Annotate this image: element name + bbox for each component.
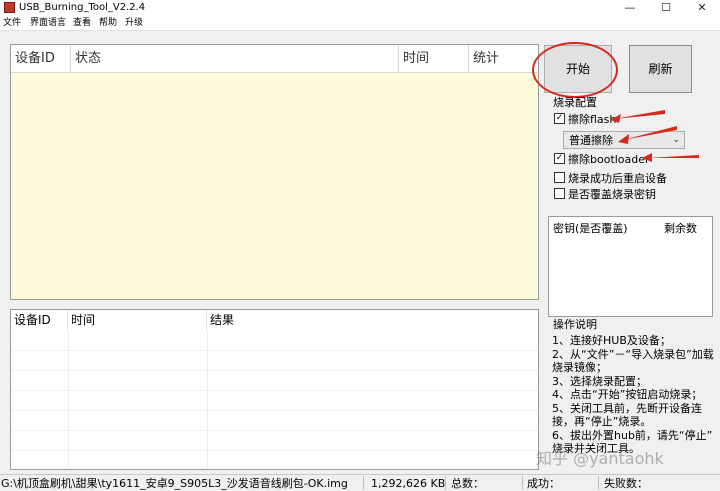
success-count-label: 成功： — [527, 477, 560, 490]
refresh-button[interactable]: 刷新 — [629, 45, 692, 93]
col-key[interactable]: 密钥(是否覆盖) — [553, 220, 628, 236]
menu-file[interactable]: 文件 — [3, 17, 21, 29]
checkbox-box[interactable] — [554, 172, 565, 183]
erase-bootloader-label: 擦除bootloader — [568, 153, 650, 166]
col-time[interactable]: 时间 — [399, 45, 469, 72]
checkbox-box[interactable] — [554, 188, 565, 199]
annotation-arrow — [642, 153, 699, 162]
instruction-line: 6、拔出外置hub前，请先“停止” — [552, 428, 713, 442]
watermark: 知乎 @yantaohk — [536, 449, 664, 468]
annotation-arrow — [618, 126, 677, 144]
instruction-line: 1、连接好HUB及设备； — [552, 334, 671, 347]
window-title: USB_Burning_Tool_V2.2.4 — [19, 2, 146, 13]
instruction-line: 烧录镜像； — [552, 361, 607, 374]
menu-upgrade[interactable]: 升级 — [125, 17, 143, 29]
col-time[interactable]: 时间 — [68, 310, 207, 330]
device-status-table[interactable]: 设备ID 状态 时间 统计 — [10, 44, 539, 300]
instruction-line: 5、关闭工具前，先断开设备连 — [552, 401, 702, 415]
instructions-title: 操作说明 — [553, 318, 597, 331]
total-count-label: 总数： — [451, 477, 484, 490]
annotation-circle — [532, 42, 618, 98]
col-status[interactable]: 状态 — [71, 45, 399, 72]
reboot-label: 烧录成功后重启设备 — [568, 172, 667, 185]
instruction-line: 接，再“停止”烧录。 — [552, 415, 652, 428]
keys-list[interactable]: 密钥(是否覆盖) 剩余数 — [548, 216, 713, 317]
checkbox-box[interactable]: ✓ — [554, 153, 565, 164]
menu-bar: 文件 界面语言 查看 帮助 升级 — [0, 15, 720, 31]
status-bar: G:\机顶盒刷机\甜果\ty1611_安卓9_S905L3_沙发语音线刷包-OK… — [0, 474, 720, 491]
checkbox-box[interactable]: ✓ — [554, 113, 565, 124]
file-size: 1,292,626 KB — [371, 477, 446, 490]
file-path: G:\机顶盒刷机\甜果\ty1611_安卓9_S905L3_沙发语音线刷包-OK… — [1, 477, 348, 490]
result-log-table[interactable]: 设备ID 时间 结果 — [10, 309, 539, 470]
maximize-button[interactable]: ☐ — [648, 0, 684, 15]
table-header: 设备ID 状态 时间 统计 — [11, 45, 538, 73]
burn-config-title: 烧录配置 — [553, 96, 597, 109]
col-remaining[interactable]: 剩余数 — [664, 220, 697, 236]
instruction-line: 2、从“文件”－“导入烧录包”加载 — [552, 347, 714, 361]
overwrite-key-label: 是否覆盖烧录密钥 — [568, 188, 656, 201]
erase-bootloader-checkbox[interactable]: ✓ 擦除bootloader — [554, 152, 650, 168]
col-result[interactable]: 结果 — [207, 310, 538, 330]
menu-view[interactable]: 查看 — [73, 17, 91, 29]
fail-count-label: 失败数： — [604, 477, 648, 490]
instruction-line: 4、点击“开始”按钮启动烧录； — [552, 388, 703, 401]
minimize-button[interactable]: — — [612, 0, 648, 15]
menu-help[interactable]: 帮助 — [99, 17, 117, 29]
menu-language[interactable]: 界面语言 — [30, 17, 66, 29]
instruction-line: 3、选择烧录配置； — [552, 374, 647, 388]
col-device-id[interactable]: 设备ID — [11, 45, 71, 72]
close-button[interactable]: ✕ — [684, 0, 720, 15]
overwrite-key-checkbox[interactable]: 是否覆盖烧录密钥 — [554, 187, 656, 203]
app-icon — [4, 2, 15, 13]
reboot-after-success-checkbox[interactable]: 烧录成功后重启设备 — [554, 171, 667, 187]
col-device-id[interactable]: 设备ID — [11, 310, 68, 330]
erase-mode-value: 普通擦除 — [569, 134, 613, 147]
col-stats[interactable]: 统计 — [469, 45, 538, 72]
title-bar: USB_Burning_Tool_V2.2.4 — ☐ ✕ — [0, 0, 720, 15]
